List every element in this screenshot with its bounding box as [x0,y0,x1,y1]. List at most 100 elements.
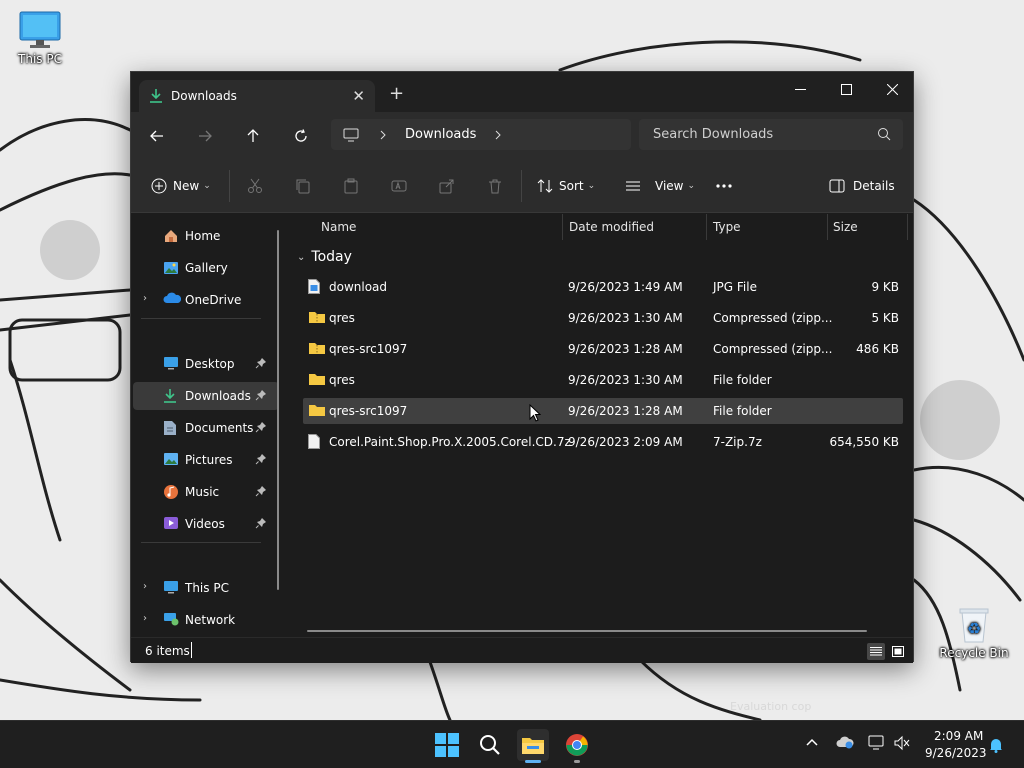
sidebar-item-label: Music [185,485,220,499]
pin-icon[interactable] [255,357,267,369]
svg-text:♻: ♻ [967,619,981,638]
sidebar-item-this-pc[interactable]: › This PC [133,574,279,602]
sidebar-item-label: Documents [185,421,254,435]
sidebar-item-label: Pictures [185,453,233,467]
back-button[interactable] [145,124,169,148]
sidebar-item-documents[interactable]: Documents [133,414,279,442]
recycle-bin-icon: ♻ [959,608,989,643]
downloads-icon [164,389,176,403]
taskbar-file-explorer[interactable] [517,729,549,763]
file-row[interactable]: qres-src1097 9/26/2023 1:28 AM Compresse… [303,336,903,362]
pin-icon[interactable] [255,389,267,401]
details-view-button[interactable] [867,643,885,660]
file-explorer-icon [522,738,544,754]
horizontal-scrollbar[interactable] [307,630,867,632]
downloads-icon [150,89,162,103]
sidebar-scrollbar[interactable] [277,230,279,590]
taskbar-search-button[interactable] [474,729,506,761]
breadcrumb-downloads[interactable]: Downloads [405,127,476,142]
command-bar: New ⌄ Sort ⌄ View ⌄ Details [131,158,913,213]
chevron-up-icon [806,738,818,746]
expand-chevron-icon[interactable]: › [143,581,147,592]
expand-chevron-icon[interactable]: › [143,613,147,624]
onedrive-tray-icon[interactable] [836,735,854,752]
search-input[interactable]: Search Downloads [639,119,903,150]
notifications-button[interactable] [988,737,1004,756]
more-options-button[interactable] [715,175,733,197]
details-pane-button[interactable]: Details [829,175,895,197]
large-icons-view-button[interactable] [889,643,907,660]
file-row[interactable]: qres 9/26/2023 1:30 AM Compressed (zipp.… [303,305,903,331]
evaluation-watermark: Evaluation cop [730,700,812,713]
running-indicator [525,760,541,763]
cloud-icon [836,736,854,749]
show-hidden-icons-button[interactable] [806,736,818,750]
pin-icon[interactable] [255,453,267,465]
file-row-selected[interactable]: qres-src1097 9/26/2023 1:28 AM File fold… [303,398,903,424]
copy-button[interactable] [295,175,311,197]
file-row[interactable]: qres 9/26/2023 1:30 AM File folder [303,367,903,393]
onedrive-icon [163,292,181,303]
sidebar-item-downloads[interactable]: Downloads [133,382,279,410]
file-row[interactable]: download 9/26/2023 1:49 AM JPG File 9 KB [303,274,903,300]
tab-downloads[interactable]: Downloads ✕ [139,80,375,112]
expand-chevron-icon[interactable]: › [143,293,147,304]
sidebar-item-label: Desktop [185,357,235,371]
sidebar-item-gallery[interactable]: Gallery [133,254,279,282]
up-button[interactable] [241,124,265,148]
taskbar-chrome[interactable] [561,729,593,763]
sidebar-item-network[interactable]: › Network [133,606,279,634]
column-header-date[interactable]: Date modified [569,220,654,234]
sidebar-item-home[interactable]: Home [133,222,279,250]
navigation-bar: Downloads Search Downloads [131,112,913,158]
rename-button[interactable] [391,175,407,197]
new-tab-button[interactable]: + [389,83,404,104]
chevron-down-icon: ⌄ [587,181,596,191]
close-tab-icon[interactable]: ✕ [352,87,365,105]
sidebar-item-desktop[interactable]: Desktop [133,350,279,378]
maximize-button[interactable] [823,76,869,102]
large-icons-view-icon [892,646,904,657]
view-button[interactable]: View ⌄ [625,175,695,197]
file-size: 486 KB [856,342,899,356]
new-button[interactable]: New ⌄ [151,175,211,197]
sidebar-item-label: OneDrive [185,293,242,307]
file-name: qres [329,311,355,325]
address-bar[interactable]: Downloads [331,119,631,150]
desktop-icon-recycle-bin[interactable]: ♻ Recycle Bin [938,604,1010,660]
zip-folder-icon [309,343,325,354]
sidebar-item-videos[interactable]: Videos [133,510,279,538]
forward-button[interactable] [193,124,217,148]
start-button[interactable] [431,729,463,761]
column-header-name[interactable]: Name [321,220,356,234]
delete-button[interactable] [487,175,503,197]
pin-icon[interactable] [255,485,267,497]
column-header-size[interactable]: Size [833,220,858,234]
pin-icon[interactable] [255,421,267,433]
column-headers: Name Date modified Type Size [289,214,913,240]
cut-button[interactable] [247,175,263,197]
group-header-today[interactable]: ⌄ Today [297,249,352,265]
file-row[interactable]: Corel.Paint.Shop.Pro.X.2005.Corel.CD.7z … [303,429,903,455]
network-tray-icon[interactable] [868,735,886,754]
sidebar-item-onedrive[interactable]: › OneDrive [133,286,279,314]
sidebar-item-label: Gallery [185,261,228,275]
running-indicator [574,760,580,763]
volume-tray-icon[interactable] [894,735,910,754]
sort-button[interactable]: Sort ⌄ [537,175,595,197]
refresh-button[interactable] [289,124,313,148]
sidebar-item-pictures[interactable]: Pictures [133,446,279,474]
pin-icon[interactable] [255,517,267,529]
clock-date[interactable]: 9/26/2023 [925,746,987,760]
clock-time[interactable]: 2:09 AM [934,729,983,743]
desktop-icon-this-pc[interactable]: This PC [4,10,76,66]
chevron-right-icon [496,130,502,139]
share-button[interactable] [439,175,455,197]
paste-button[interactable] [343,175,359,197]
minimize-button[interactable] [777,76,823,102]
column-header-type[interactable]: Type [713,220,741,234]
sort-label: Sort [559,179,584,193]
network-icon [164,613,179,626]
close-window-button[interactable] [869,76,915,102]
sidebar-item-music[interactable]: Music [133,478,279,506]
